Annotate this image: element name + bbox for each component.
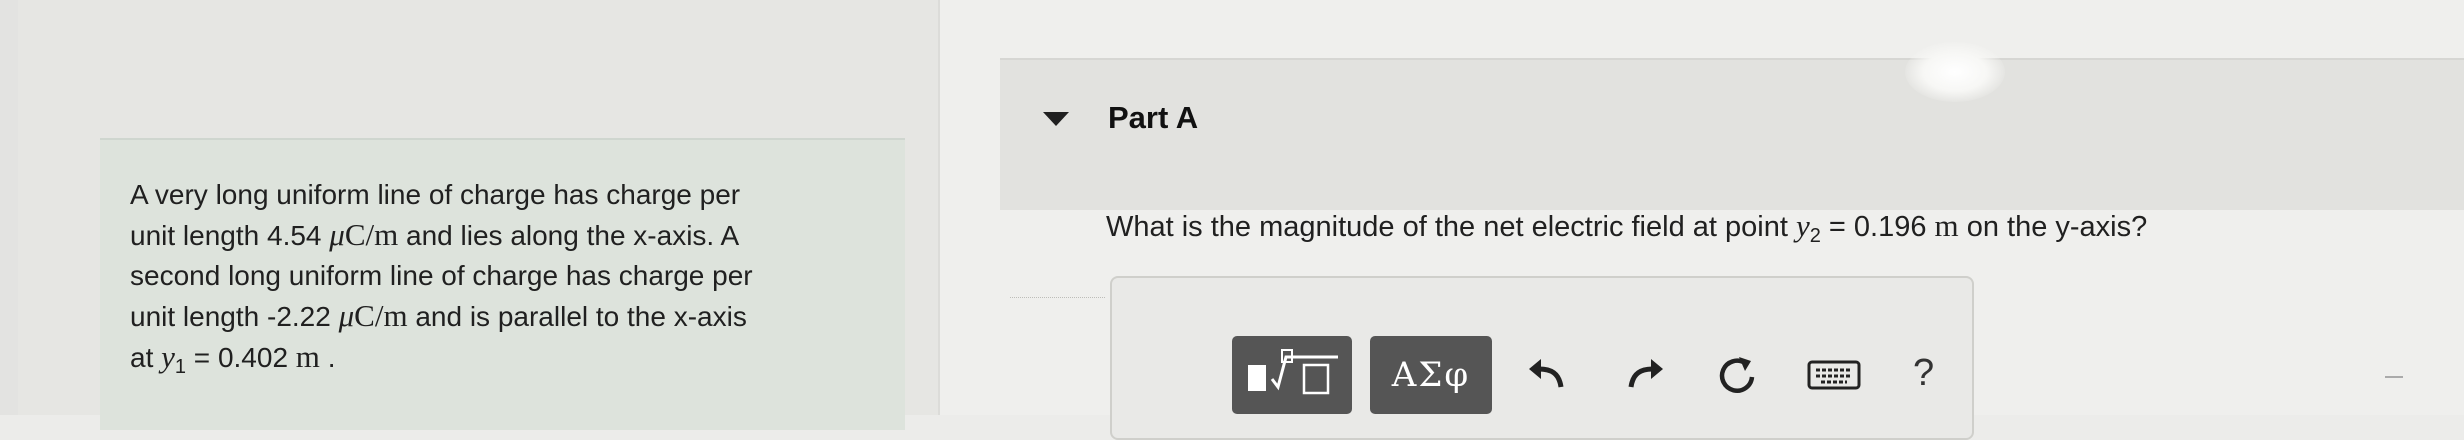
help-button[interactable]: ? — [1913, 352, 1934, 395]
divider — [2385, 376, 2403, 378]
greek-symbols-button[interactable]: ΑΣφ — [1370, 336, 1492, 414]
part-title[interactable]: Part A — [1108, 100, 1198, 136]
problem-line-5: at y1 = 0.402 m . — [130, 339, 336, 378]
problem-line-3: second long uniform line of charge has c… — [130, 260, 753, 291]
undo-icon[interactable] — [1522, 350, 1572, 400]
problem-statement: A very long uniform line of charge has c… — [130, 175, 910, 387]
collapse-triangle-icon[interactable] — [1043, 112, 1069, 126]
left-gutter — [0, 0, 18, 415]
templates-icon — [1248, 349, 1338, 395]
templates-button[interactable] — [1232, 336, 1352, 414]
problem-line-1: A very long uniform line of charge has c… — [130, 179, 741, 210]
question-text: What is the magnitude of the net electri… — [1106, 208, 2148, 247]
keyboard-icon[interactable] — [1805, 350, 1863, 400]
reset-icon[interactable] — [1712, 350, 1762, 400]
screen-glare — [1905, 42, 2005, 102]
problem-line-2: unit length 4.54 μC/m and lies along the… — [130, 217, 740, 252]
part-a-header[interactable] — [1000, 58, 2464, 210]
redo-icon[interactable] — [1620, 350, 1670, 400]
divider — [1010, 297, 1105, 298]
problem-line-4: unit length -2.22 μC/m and is parallel t… — [130, 298, 747, 333]
